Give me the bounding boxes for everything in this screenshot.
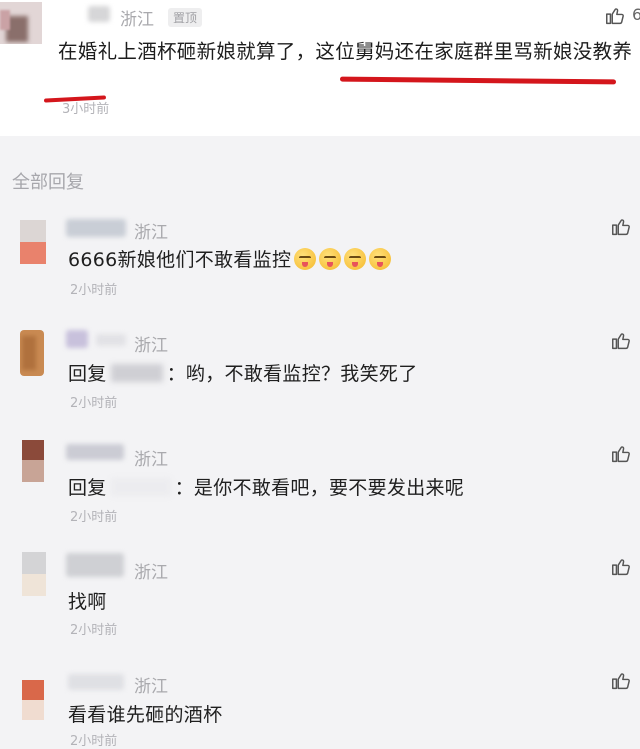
reply-text: 回复 ：是你不敢看吧，要不要发出来呢 — [68, 473, 464, 500]
region-label: 浙江 — [120, 10, 154, 30]
region-label: 浙江 — [134, 563, 168, 583]
like-icon[interactable] — [610, 556, 632, 578]
reply-text-content: ：是你不敢看吧，要不要发出来呢 — [174, 477, 465, 499]
region-label: 浙江 — [134, 223, 168, 243]
region-label: 浙江 — [134, 450, 168, 470]
red-underline-annotation — [339, 76, 617, 85]
username-blurred[interactable] — [66, 553, 124, 577]
reply-text: 6666新娘他们不敢看监控 — [68, 245, 392, 272]
section-label: 全部回复 — [12, 172, 84, 193]
username-blurred[interactable] — [96, 334, 126, 346]
username-blurred[interactable] — [88, 6, 110, 22]
mention-blurred[interactable] — [110, 364, 163, 382]
like-count: 6 — [632, 5, 640, 24]
like-icon[interactable] — [610, 216, 632, 238]
reply-time: 2小时前 — [70, 623, 118, 638]
like-icon[interactable] — [610, 670, 632, 692]
avatar[interactable] — [0, 2, 42, 44]
pinned-tag: 置顶 — [168, 8, 203, 27]
reply-text-content: 6666新娘他们不敢看监控 — [68, 249, 292, 271]
username-blurred[interactable] — [66, 219, 126, 237]
reply-prefix: 回复 — [68, 477, 107, 499]
main-comment: 浙江 置顶 6 在婚礼上酒杯砸新娘就算了，这位舅妈还在家庭群里骂新娘没教养 3小… — [0, 0, 640, 136]
reply-time: 2小时前 — [70, 396, 118, 411]
tongue-out-emoji — [319, 248, 342, 270]
avatar[interactable] — [20, 330, 44, 376]
like-icon[interactable] — [604, 5, 626, 27]
reply-text-content: 看看谁先砸的酒杯 — [68, 704, 223, 726]
like-icon[interactable] — [610, 330, 632, 352]
reply-text-content: 找啊 — [68, 591, 107, 613]
tongue-out-emoji — [344, 248, 367, 270]
region-label: 浙江 — [134, 336, 168, 356]
mention-blurred[interactable] — [110, 478, 171, 496]
avatar[interactable] — [22, 680, 44, 720]
avatar[interactable] — [20, 220, 46, 264]
username-blurred[interactable] — [68, 674, 124, 690]
avatar[interactable] — [22, 552, 46, 596]
reply-text: 回复 ：哟，不敢看监控？我笑死了 — [68, 359, 418, 386]
comment-time: 3小时前 — [62, 102, 110, 117]
reply-prefix: 回复 — [68, 363, 107, 385]
tongue-out-emoji — [294, 248, 317, 270]
region-label: 浙江 — [134, 677, 168, 697]
like-icon[interactable] — [610, 443, 632, 465]
reply-text: 看看谁先砸的酒杯 — [68, 700, 222, 727]
reply-time: 2小时前 — [70, 283, 118, 298]
username-blurred[interactable] — [66, 444, 124, 460]
reply-text-content: ：哟，不敢看监控？我笑死了 — [166, 363, 418, 385]
reply-time: 2小时前 — [70, 510, 118, 525]
reply-text: 找啊 — [68, 587, 107, 614]
username-blurred[interactable] — [66, 330, 88, 348]
tongue-out-emoji — [369, 248, 392, 270]
avatar[interactable] — [22, 440, 44, 482]
comment-text: 在婚礼上酒杯砸新娘就算了，这位舅妈还在家庭群里骂新娘没教养 — [58, 40, 633, 63]
